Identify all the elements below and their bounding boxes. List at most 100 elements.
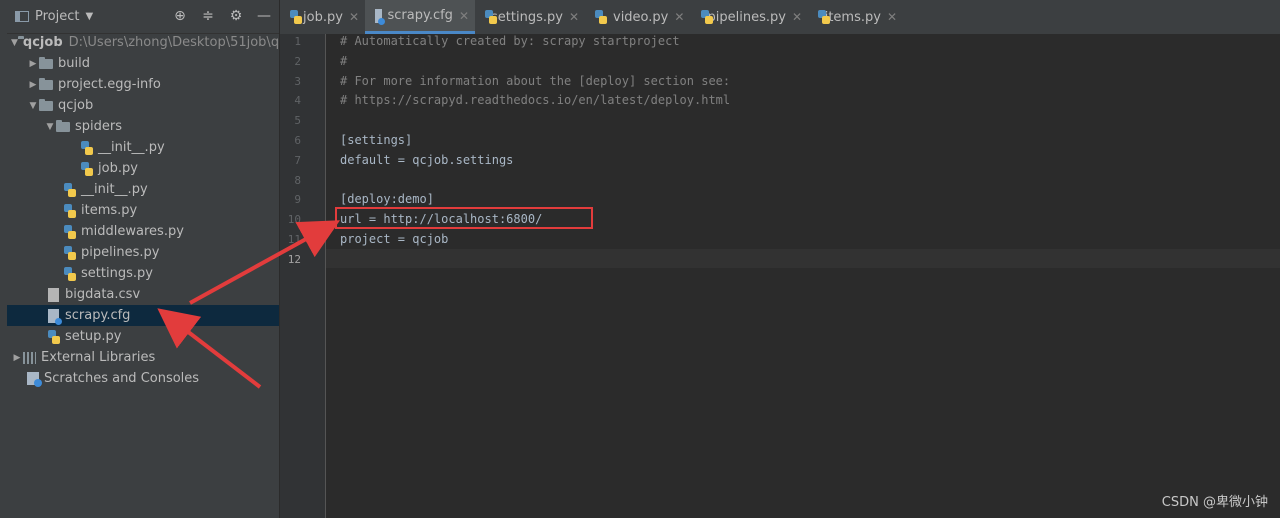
locate-icon[interactable]: ⊕	[171, 8, 189, 24]
folder-icon	[39, 56, 53, 69]
config-file-icon	[48, 308, 62, 325]
tab-label: video.py	[613, 9, 669, 25]
gear-icon[interactable]: ⚙	[227, 8, 245, 24]
line-number: 4	[294, 94, 301, 107]
python-file-icon	[290, 10, 303, 24]
tab-label: pipelines.py	[707, 9, 786, 25]
tree-item-spiders[interactable]: ▼ spiders	[7, 116, 279, 137]
tree-item-label: job.py	[98, 161, 138, 176]
close-icon[interactable]: ✕	[674, 10, 684, 24]
project-path: D:\Users\zhong\Desktop\51job\qc	[68, 35, 280, 50]
python-file-icon	[64, 224, 76, 239]
collapse-arrow-icon[interactable]: ▶	[27, 80, 39, 90]
tree-item-label: pipelines.py	[81, 245, 160, 260]
collapse-arrow-icon[interactable]: ▶	[27, 59, 39, 69]
tree-item-label: settings.py	[81, 266, 153, 281]
project-panel: Project ▼ ⊕ ≑ ⚙ — ▼ qcjob D:\Users\zhong…	[7, 0, 280, 518]
tree-item-label: project.egg-info	[58, 77, 161, 92]
tree-item-qcjob-root[interactable]: ▼ qcjob D:\Users\zhong\Desktop\51job\qc	[7, 32, 280, 53]
tree-item-pipelines-py[interactable]: pipelines.py	[7, 242, 279, 263]
python-file-icon	[701, 10, 707, 24]
tree-item-label: __init__.py	[98, 140, 165, 155]
tab-items-py[interactable]: items.py ✕	[808, 0, 903, 34]
tree-item-setup-py[interactable]: setup.py	[7, 326, 279, 347]
close-icon[interactable]: ✕	[569, 10, 579, 24]
tree-item-label: setup.py	[65, 329, 122, 344]
code-editor[interactable]: 1 2 3 4 5 6 7 8 9 10 11 12 # Automatical…	[280, 34, 1280, 518]
close-icon[interactable]: ✕	[792, 10, 802, 24]
line-number: 8	[294, 174, 301, 187]
collapse-arrow-icon[interactable]: ▶	[11, 353, 23, 363]
library-icon	[23, 351, 36, 364]
tab-scrapy-cfg[interactable]: scrapy.cfg ✕	[365, 0, 475, 34]
tab-video-py[interactable]: video.py ✕	[585, 0, 691, 34]
code-line[interactable]: #	[340, 54, 347, 68]
python-file-icon	[64, 203, 76, 218]
line-number: 2	[294, 55, 301, 68]
collapse-all-icon[interactable]: ≑	[199, 8, 217, 24]
tree-item-external-libraries[interactable]: ▶ External Libraries	[7, 347, 279, 368]
tree-item-middlewares-py[interactable]: middlewares.py	[7, 221, 279, 242]
python-file-icon	[64, 182, 76, 197]
python-file-icon	[64, 266, 76, 281]
scratches-icon	[27, 372, 42, 387]
tree-item-qcjob[interactable]: ▼ qcjob	[7, 95, 279, 116]
tree-item-label: items.py	[81, 203, 138, 218]
project-panel-title: Project	[35, 9, 80, 24]
tree-item-label: qcjob	[58, 98, 94, 113]
minimize-icon[interactable]: —	[255, 8, 273, 24]
line-number: 1	[294, 35, 301, 48]
tree-item-label: Scratches and Consoles	[44, 371, 200, 386]
line-number: 6	[294, 134, 301, 147]
tree-item-spiders-init[interactable]: __init__.py	[7, 137, 279, 158]
tab-job-py[interactable]: job.py ✕	[280, 0, 365, 34]
close-icon[interactable]: ✕	[887, 10, 897, 24]
code-line[interactable]: # Automatically created by: scrapy start…	[340, 34, 680, 48]
close-icon[interactable]: ✕	[459, 9, 469, 23]
project-panel-tools: ⊕ ≑ ⚙ —	[171, 8, 273, 24]
folder-icon	[39, 98, 53, 111]
tree-item-bigdata-csv[interactable]: bigdata.csv	[7, 284, 279, 305]
tree-item-job-py[interactable]: job.py	[7, 158, 279, 179]
tree-item-scrapy-cfg[interactable]: scrapy.cfg	[7, 305, 279, 326]
code-line[interactable]: default = qcjob.settings	[340, 153, 513, 167]
tree-item-settings-py[interactable]: settings.py	[7, 263, 279, 284]
tree-item-project-egg-info[interactable]: ▶ project.egg-info	[7, 74, 279, 95]
project-view-icon	[15, 11, 29, 22]
line-number: 11	[287, 233, 301, 246]
csv-file-icon	[48, 287, 59, 302]
line-number: 10	[287, 213, 301, 226]
code-line[interactable]: [deploy:demo]	[340, 192, 434, 206]
tab-label: settings.py	[491, 9, 563, 25]
python-file-icon	[81, 140, 93, 155]
line-number: 7	[294, 154, 301, 167]
tab-label: items.py	[824, 9, 881, 25]
tree-item-build[interactable]: ▶ build	[7, 53, 279, 74]
folder-icon	[39, 77, 53, 90]
python-file-icon	[595, 10, 607, 24]
tab-label: scrapy.cfg	[387, 8, 453, 23]
tree-item-label: build	[58, 56, 90, 71]
code-line[interactable]: [settings]	[340, 133, 412, 147]
tree-item-scratches[interactable]: Scratches and Consoles	[7, 368, 279, 389]
tab-pipelines-py[interactable]: pipelines.py ✕	[691, 0, 808, 34]
chevron-down-icon[interactable]: ▼	[85, 11, 93, 22]
tree-item-label: External Libraries	[41, 350, 156, 365]
expand-arrow-icon[interactable]: ▼	[11, 38, 18, 48]
tree-item-label: bigdata.csv	[65, 287, 141, 302]
tree-item-label: middlewares.py	[81, 224, 184, 239]
tab-settings-py[interactable]: settings.py ✕	[475, 0, 585, 34]
code-line[interactable]: # https://scrapyd.readthedocs.io/en/late…	[340, 93, 730, 107]
tree-item-label: __init__.py	[81, 182, 148, 197]
editor-tabs: job.py ✕ scrapy.cfg ✕ settings.py ✕ vide…	[280, 0, 1280, 35]
code-line[interactable]: # For more information about the [deploy…	[340, 74, 730, 88]
current-line-highlight	[326, 249, 1280, 268]
code-line[interactable]: project = qcjob	[340, 232, 448, 246]
expand-arrow-icon[interactable]: ▼	[27, 101, 39, 111]
close-icon[interactable]: ✕	[349, 10, 359, 24]
python-file-icon	[48, 329, 60, 344]
tree-item-init-py[interactable]: __init__.py	[7, 179, 279, 200]
expand-arrow-icon[interactable]: ▼	[44, 122, 56, 132]
folder-icon	[56, 119, 70, 132]
tree-item-items-py[interactable]: items.py	[7, 200, 279, 221]
